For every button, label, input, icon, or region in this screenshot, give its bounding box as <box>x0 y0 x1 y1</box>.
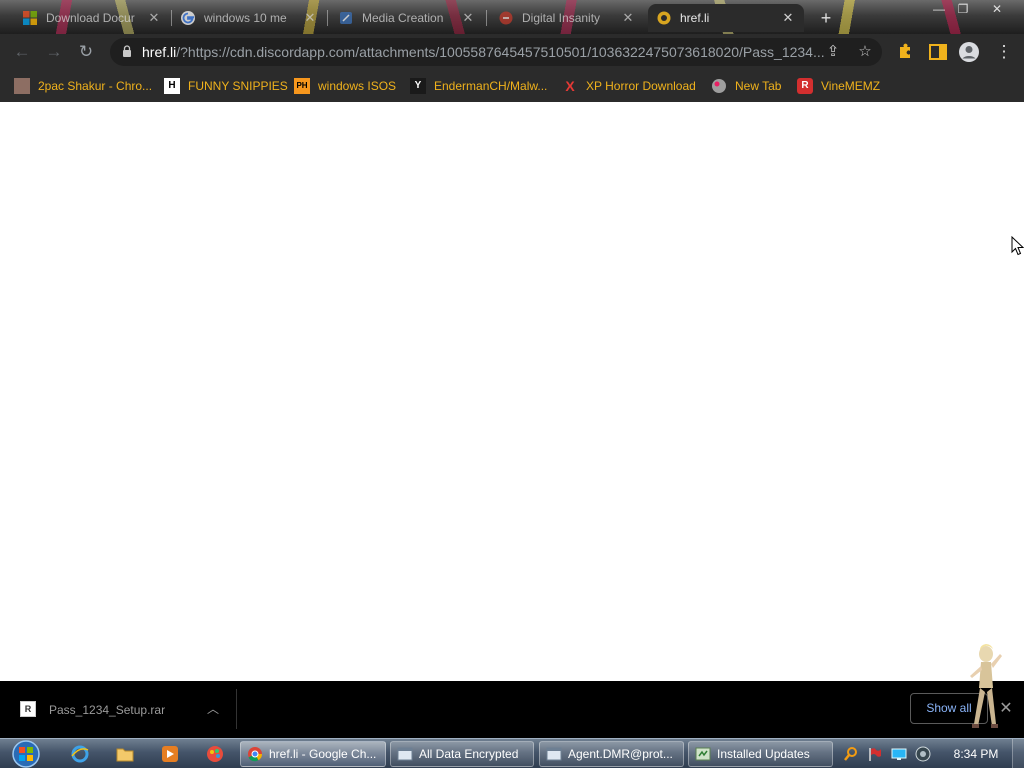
chrome-icon <box>248 747 263 762</box>
close-window-icon[interactable]: ✕ <box>986 2 1008 16</box>
paint-app-icon[interactable] <box>205 744 225 764</box>
address-bar[interactable]: href.li/?https://cdn.discordapp.com/atta… <box>110 38 882 66</box>
bookmark-vinememz[interactable]: R VineMEMZ <box>797 76 880 96</box>
internet-explorer-icon[interactable] <box>70 744 90 764</box>
h-logo-icon: H <box>164 78 180 94</box>
bookmark-new-tab[interactable]: New Tab <box>711 76 781 96</box>
bookmark-label: EndermanCH/Malw... <box>434 79 548 93</box>
file-explorer-folder-icon[interactable] <box>115 744 135 764</box>
restore-icon[interactable]: ❐ <box>952 2 974 16</box>
tab-digital-insanity[interactable]: Digital Insanity ✕ <box>490 4 644 32</box>
mouse-cursor-icon <box>1011 236 1024 256</box>
new-tab-button[interactable]: + <box>816 8 836 28</box>
taskbar-item-label: Agent.DMR@prot... <box>568 747 673 761</box>
tab-separator <box>327 10 328 26</box>
windows-taskbar: href.li - Google Ch... All Data Encrypte… <box>0 738 1024 769</box>
browser-toolbar: ← → ↻ href.li/?https://cdn.discordapp.co… <box>0 34 1024 70</box>
rar-file-icon: R <box>20 701 36 717</box>
tab-separator <box>486 10 487 26</box>
bookmark-label: FUNNY SNIPPIES <box>188 79 288 93</box>
back-arrow-icon[interactable]: ← <box>10 40 34 64</box>
tab-title: Download Docur <box>46 11 135 25</box>
bookmark-funny-snippies[interactable]: H FUNNY SNIPPIES <box>164 76 288 96</box>
url-host: href.li <box>142 44 177 60</box>
close-tab-icon[interactable]: ✕ <box>780 10 796 26</box>
start-orb-icon[interactable] <box>8 739 44 769</box>
window-icon <box>397 747 413 761</box>
download-item[interactable]: R Pass_1234_Setup.rar ︿ <box>14 695 236 725</box>
globe-icon <box>712 79 726 93</box>
control-panel-icon <box>695 747 711 761</box>
network-monitor-icon[interactable] <box>891 746 907 762</box>
profile-avatar-icon[interactable] <box>958 41 980 63</box>
tab-title: Media Creation <box>362 11 444 25</box>
2pac-icon <box>14 78 30 94</box>
tab-title: windows 10 me <box>204 11 287 25</box>
reload-icon[interactable]: ↻ <box>74 40 98 64</box>
chevron-up-icon[interactable]: ︿ <box>204 700 222 718</box>
tab-strip: Download Docur ✕ windows 10 me ✕ Media C… <box>0 0 1024 34</box>
tab-href-li[interactable]: href.li ✕ <box>648 4 804 32</box>
download-shelf: R Pass_1234_Setup.rar ︿ Show all ✕ <box>0 681 1024 738</box>
tab-title: Digital Insanity <box>522 11 601 25</box>
taskbar-item-label: Installed Updates <box>717 747 810 761</box>
ph-logo-icon: PH <box>294 78 310 94</box>
href-li-icon <box>657 11 671 25</box>
close-tab-icon[interactable]: ✕ <box>460 10 476 26</box>
share-icon[interactable]: ⇪ <box>824 43 842 61</box>
minimize-icon[interactable]: — <box>928 2 950 16</box>
taskbar-item-label: All Data Encrypted <box>419 747 519 761</box>
side-panel-icon[interactable] <box>928 42 948 62</box>
url-path: /?https://cdn.discordapp.com/attachments… <box>176 44 825 60</box>
taskbar-item-chrome[interactable]: href.li - Google Ch... <box>240 741 386 767</box>
volume-speaker-icon[interactable] <box>915 746 931 762</box>
action-center-flag-icon[interactable] <box>867 746 883 762</box>
google-g-icon <box>181 11 195 25</box>
forward-arrow-icon[interactable]: → <box>42 40 66 64</box>
shelf-divider <box>236 689 237 729</box>
bookmarks-bar: 2pac Shakur - Chro... H FUNNY SNIPPIES P… <box>0 70 1024 102</box>
bookmark-label: XP Horror Download <box>586 79 696 93</box>
lock-icon[interactable] <box>122 45 132 58</box>
taskbar-clock[interactable]: 8:34 PM <box>946 747 1006 761</box>
show-desktop-button[interactable] <box>1012 739 1024 769</box>
bookmark-star-icon[interactable]: ☆ <box>856 43 874 61</box>
media-creation-icon <box>340 12 352 24</box>
menu-kebab-icon[interactable]: ⋮ <box>992 40 1016 64</box>
extensions-puzzle-icon[interactable] <box>894 41 916 63</box>
url-text[interactable]: href.li/?https://cdn.discordapp.com/atta… <box>142 44 828 60</box>
media-player-icon[interactable] <box>160 744 180 764</box>
taskbar-item-installed-updates[interactable]: Installed Updates <box>688 741 833 767</box>
close-tab-icon[interactable]: ✕ <box>620 10 636 26</box>
taskbar-item-agent-dmr[interactable]: Agent.DMR@prot... <box>539 741 684 767</box>
bookmark-label: windows ISOS <box>318 79 397 93</box>
taskbar-item-label: href.li - Google Ch... <box>269 747 377 761</box>
yp-logo-icon: Y <box>410 78 426 94</box>
download-filename: Pass_1234_Setup.rar <box>49 703 166 717</box>
close-tab-icon[interactable]: ✕ <box>146 10 162 26</box>
dancing-figure-icon <box>970 644 1002 728</box>
search-magnifier-icon[interactable] <box>843 746 859 762</box>
bookmark-endermanch[interactable]: Y EndermanCH/Malw... <box>410 76 547 96</box>
tab-title: href.li <box>680 11 710 25</box>
r-logo-icon: R <box>797 78 813 94</box>
bookmark-windows-isos[interactable]: PH windows ISOS <box>294 76 396 96</box>
bookmark-label: 2pac Shakur - Chro... <box>38 79 153 93</box>
bookmark-2pac[interactable]: 2pac Shakur - Chro... <box>14 76 152 96</box>
window-icon <box>546 747 562 761</box>
digital-insanity-icon <box>499 11 513 25</box>
x-logo-icon: X <box>565 78 575 94</box>
page-content[interactable] <box>0 102 1024 681</box>
microsoft-logo-icon <box>23 11 37 25</box>
bookmark-label: New Tab <box>735 79 782 93</box>
close-tab-icon[interactable]: ✕ <box>302 10 318 26</box>
tab-download-docur[interactable]: Download Docur ✕ <box>14 4 170 32</box>
tab-windows-10[interactable]: windows 10 me ✕ <box>172 4 326 32</box>
taskbar-item-all-data-encrypted[interactable]: All Data Encrypted <box>390 741 534 767</box>
tab-media-creation[interactable]: Media Creation ✕ <box>330 4 484 32</box>
bookmark-label: VineMEMZ <box>821 79 881 93</box>
bookmark-xp-horror[interactable]: X XP Horror Download <box>562 76 696 96</box>
